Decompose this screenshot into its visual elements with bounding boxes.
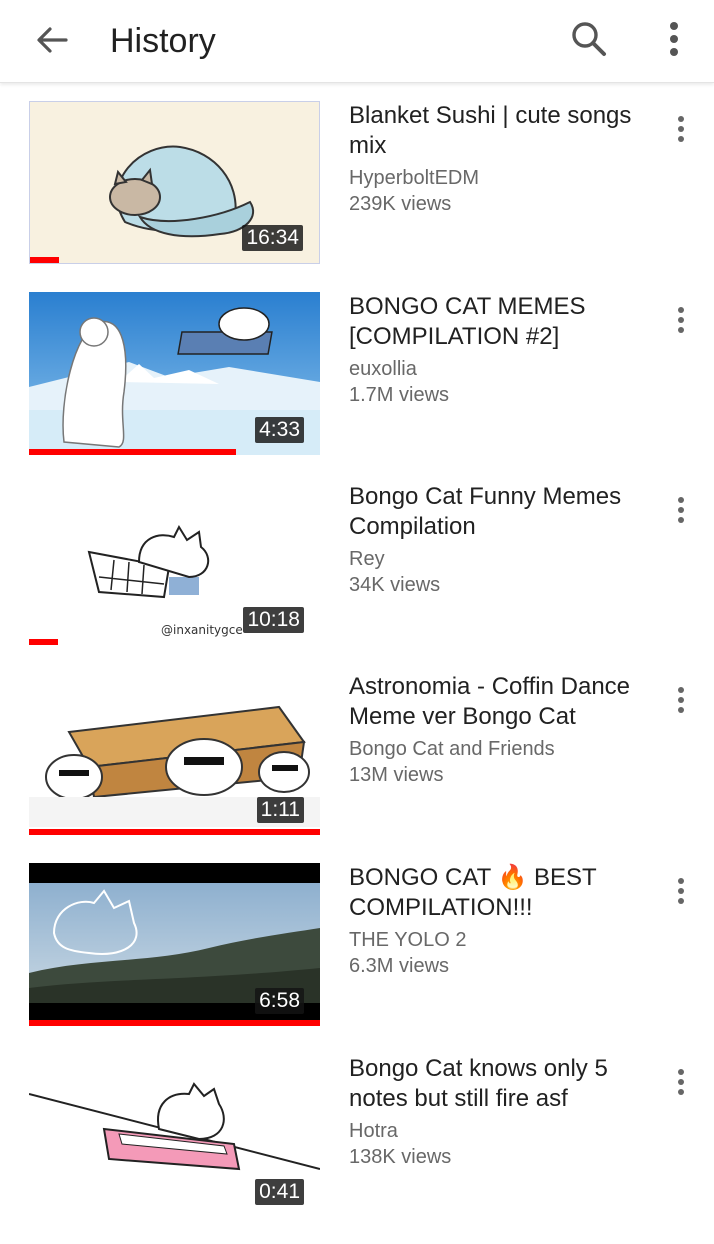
view-count: 1.7M views	[349, 384, 450, 406]
video-info[interactable]: Blanket Sushi | cute songs mix Hyperbolt…	[349, 101, 649, 217]
watch-progress-fill	[29, 639, 59, 645]
video-menu-button[interactable]	[664, 682, 698, 722]
duration-badge: 10:18	[243, 607, 304, 633]
video-menu-button[interactable]	[664, 1064, 698, 1104]
channel-name: euxollia	[349, 358, 417, 380]
view-count: 34K views	[349, 574, 441, 596]
duration-badge: 1:11	[256, 797, 304, 823]
search-button[interactable]	[566, 16, 612, 62]
more-vert-icon	[678, 116, 684, 142]
video-title-part: BONGO CAT	[349, 864, 491, 891]
watch-progress-fill	[29, 829, 320, 835]
view-count: 13M views	[349, 764, 444, 786]
more-vert-icon	[678, 497, 684, 523]
watch-progress	[29, 449, 320, 455]
view-count: 239K views	[349, 193, 452, 215]
video-title[interactable]: Bongo Cat Funny Memes Compilation	[349, 482, 649, 542]
video-thumbnail[interactable]: @inxanitygce 10:18	[29, 482, 320, 645]
video-info[interactable]: BONGO CAT 🔥 BEST COMPILATION!!! THE YOLO…	[349, 863, 649, 979]
video-info[interactable]: Bongo Cat knows only 5 notes but still f…	[349, 1054, 649, 1170]
watch-progress	[29, 829, 320, 835]
video-menu-button[interactable]	[664, 302, 698, 342]
video-thumbnail[interactable]: 16:34	[29, 101, 320, 264]
channel-name: Bongo Cat and Friends	[349, 738, 555, 760]
video-title[interactable]: Blanket Sushi | cute songs mix	[349, 101, 649, 161]
video-menu-button[interactable]	[664, 111, 698, 151]
fire-icon: 🔥	[497, 864, 528, 891]
history-item[interactable]: 6:58 BONGO CAT 🔥 BEST COMPILATION!!! THE…	[0, 863, 714, 1053]
more-vert-icon	[678, 687, 684, 713]
video-info[interactable]: BONGO CAT MEMES [COMPILATION #2] euxolli…	[349, 292, 649, 408]
app-bar: History	[0, 0, 714, 83]
video-title[interactable]: Bongo Cat knows only 5 notes but still f…	[349, 1054, 649, 1114]
page-title: History	[110, 22, 216, 60]
channel-name: Hotra	[349, 1120, 398, 1142]
video-thumbnail[interactable]: 4:33	[29, 292, 320, 455]
view-count: 138K views	[349, 1146, 452, 1168]
more-vert-icon	[678, 1069, 684, 1095]
more-vert-icon	[670, 22, 678, 56]
watch-progress-fill	[30, 257, 60, 263]
view-count: 6.3M views	[349, 955, 450, 977]
more-vert-icon	[678, 307, 684, 333]
arrow-back-icon	[37, 27, 68, 53]
duration-badge: 6:58	[255, 988, 304, 1014]
duration-badge: 16:34	[242, 225, 303, 251]
video-info[interactable]: Bongo Cat Funny Memes Compilation Rey 34…	[349, 482, 649, 598]
channel-name: HyperboltEDM	[349, 167, 480, 189]
back-button[interactable]	[30, 18, 74, 62]
duration-badge: 4:33	[255, 417, 304, 443]
watch-progress-fill	[29, 1020, 320, 1026]
video-thumbnail[interactable]: 1:11	[29, 672, 320, 835]
history-item[interactable]: 1:11 Astronomia - Coffin Dance Meme ver …	[0, 672, 714, 862]
channel-name: THE YOLO 2	[349, 929, 467, 951]
history-item[interactable]: 16:34 Blanket Sushi | cute songs mix Hyp…	[0, 101, 714, 291]
video-info[interactable]: Astronomia - Coffin Dance Meme ver Bongo…	[349, 672, 649, 788]
more-options-button[interactable]	[652, 16, 696, 62]
history-item[interactable]: 0:41 Bongo Cat knows only 5 notes but st…	[0, 1054, 714, 1244]
channel-name: Rey	[349, 548, 385, 570]
video-menu-button[interactable]	[664, 873, 698, 913]
search-icon	[572, 22, 606, 56]
video-thumbnail[interactable]: 6:58	[29, 863, 320, 1026]
history-item[interactable]: 4:33 BONGO CAT MEMES [COMPILATION #2] eu…	[0, 292, 714, 482]
svg-text:@inxanitygce: @inxanitygce	[161, 623, 243, 637]
watch-progress	[29, 1020, 320, 1026]
more-vert-icon	[678, 878, 684, 904]
duration-badge: 0:41	[255, 1179, 304, 1205]
watch-progress	[30, 257, 319, 263]
watch-progress	[29, 639, 320, 645]
history-item[interactable]: @inxanitygce 10:18 Bongo Cat Funny Memes…	[0, 482, 714, 672]
video-title[interactable]: BONGO CAT MEMES [COMPILATION #2]	[349, 292, 649, 352]
video-title[interactable]: BONGO CAT 🔥 BEST COMPILATION!!!	[349, 863, 649, 923]
watch-progress-fill	[29, 449, 236, 455]
video-thumbnail[interactable]: 0:41	[29, 1054, 320, 1217]
video-menu-button[interactable]	[664, 492, 698, 532]
video-title[interactable]: Astronomia - Coffin Dance Meme ver Bongo…	[349, 672, 649, 732]
